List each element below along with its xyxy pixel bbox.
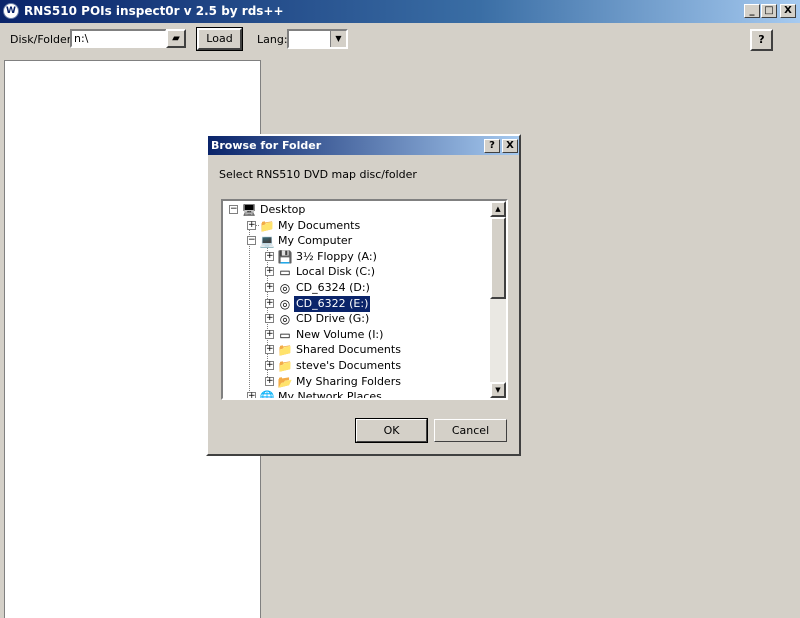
scroll-up-button[interactable]: ▲ <box>490 201 506 217</box>
sharing-folder-icon: 📂 <box>277 374 293 389</box>
network-icon: 🌐 <box>259 390 275 400</box>
tree-item[interactable]: + 📁 My Documents <box>223 218 492 234</box>
tree-item[interactable]: + 📁 Shared Documents <box>223 342 492 358</box>
hard-disk-icon: ▭ <box>279 265 291 280</box>
close-button[interactable]: X <box>780 4 796 18</box>
ok-button[interactable]: OK <box>355 418 428 443</box>
expand-icon[interactable]: + <box>247 392 256 398</box>
collapse-icon[interactable]: − <box>229 205 238 214</box>
tree-item-label: Desktop <box>260 203 306 216</box>
window-titlebar[interactable]: W RNS510 POIs inspect0r v 2.5 by rds++ _… <box>0 0 800 23</box>
folder-icon: 📁 <box>259 218 275 233</box>
collapse-icon[interactable]: − <box>247 236 256 246</box>
disk-folder-input[interactable]: n:\ <box>70 29 167 48</box>
tree-item[interactable]: + 💾 3½ Floppy (A:) <box>223 249 492 265</box>
expand-icon[interactable]: + <box>265 345 274 355</box>
minimize-button[interactable]: _ <box>744 4 760 18</box>
help-button[interactable]: ? <box>750 29 773 51</box>
dialog-help-button[interactable]: ? <box>484 139 500 153</box>
tree-item[interactable]: + 📂 My Sharing Folders <box>223 374 492 390</box>
tree-item[interactable]: + 🌐 My Network Places <box>223 389 492 400</box>
load-button[interactable]: Load <box>196 27 243 51</box>
tree-item-label: My Computer <box>278 234 353 248</box>
dialog-close-button[interactable]: X <box>502 139 518 153</box>
disk-folder-value: n:\ <box>74 32 89 45</box>
tree-item[interactable]: + ▭ New Volume (I:) <box>223 327 492 343</box>
expand-icon[interactable]: + <box>265 361 274 370</box>
scroll-down-button[interactable]: ▼ <box>490 382 506 398</box>
computer-icon: 💻 <box>259 234 275 249</box>
tree-item[interactable]: + ▭ Local Disk (C:) <box>223 264 492 280</box>
dialog-title: Browse for Folder <box>211 139 322 152</box>
tree-item[interactable]: + 📁 steve's Documents <box>223 358 492 374</box>
cd-icon: ◎ <box>279 281 291 295</box>
tree-item[interactable]: − 💻 My Computer <box>223 233 492 249</box>
disk-folder-label: Disk/Folder: <box>10 33 75 46</box>
tree-item-label: CD_6322 (E:) <box>292 294 372 313</box>
folder-tree[interactable]: − 🖥 Desktop + 📁 My Documents − 💻 My Computer + 💾 3½… <box>221 199 508 400</box>
tree-item-label: My Documents <box>278 218 361 232</box>
expand-icon[interactable]: + <box>265 267 274 277</box>
scroll-thumb[interactable] <box>490 217 506 299</box>
expand-icon[interactable]: + <box>265 314 274 324</box>
tree-vertical-scrollbar[interactable]: ▲ ▼ <box>490 201 506 398</box>
tree-item[interactable]: + ◎ CD_6324 (D:) <box>223 280 492 296</box>
desktop-icon: 🖥 <box>241 203 257 217</box>
floppy-drive-icon: 💾 <box>277 249 293 264</box>
tree-item[interactable]: + ◎ CD Drive (G:) <box>223 311 492 327</box>
tree-item-label: 3½ Floppy (A:) <box>296 249 377 263</box>
tree-item-label: steve's Documents <box>296 359 402 372</box>
tree-item-label: New Volume (I:) <box>296 327 384 341</box>
dialog-titlebar[interactable]: Browse for Folder ? X <box>208 136 519 155</box>
expand-icon[interactable]: + <box>265 251 274 261</box>
folder-icon: 📁 <box>277 343 293 358</box>
expand-icon[interactable]: + <box>265 298 274 308</box>
window-title: RNS510 POIs inspect0r v 2.5 by rds++ <box>24 4 284 18</box>
tree-item-label: Shared Documents <box>296 343 401 357</box>
browse-for-folder-dialog: Browse for Folder ? X Select RNS510 DVD … <box>206 134 521 456</box>
tree-item-label: My Sharing Folders <box>296 374 401 388</box>
tree-item[interactable]: − 🖥 Desktop <box>223 202 492 218</box>
dropdown-arrow-icon[interactable]: ▼ <box>330 31 346 47</box>
tree-item-label: My Network Places <box>278 390 382 400</box>
lang-label: Lang: <box>257 33 288 46</box>
expand-icon[interactable]: + <box>265 376 274 386</box>
maximize-button[interactable]: □ <box>761 4 777 18</box>
cd-icon: ◎ <box>279 296 291 311</box>
cancel-button[interactable]: Cancel <box>434 419 507 442</box>
tree-item[interactable]: + ◎ CD_6322 (E:) <box>223 294 492 313</box>
hard-disk-icon: ▭ <box>279 327 291 342</box>
dialog-instruction: Select RNS510 DVD map disc/folder <box>219 168 417 181</box>
open-folder-icon: ▰ <box>172 33 180 44</box>
tree-item-label: Local Disk (C:) <box>296 265 376 279</box>
tree-item-label: CD Drive (G:) <box>296 312 370 326</box>
expand-icon[interactable]: + <box>265 283 274 292</box>
app-logo-icon: W <box>3 3 19 19</box>
expand-icon[interactable]: + <box>247 220 256 230</box>
cd-drive-icon: ◎ <box>279 312 291 327</box>
browse-folder-button[interactable]: ▰ <box>166 29 186 48</box>
expand-icon[interactable]: + <box>265 329 274 339</box>
folder-icon: 📁 <box>277 359 293 373</box>
lang-select[interactable]: ▼ <box>287 29 348 49</box>
tree-item-label: CD_6324 (D:) <box>296 281 370 294</box>
